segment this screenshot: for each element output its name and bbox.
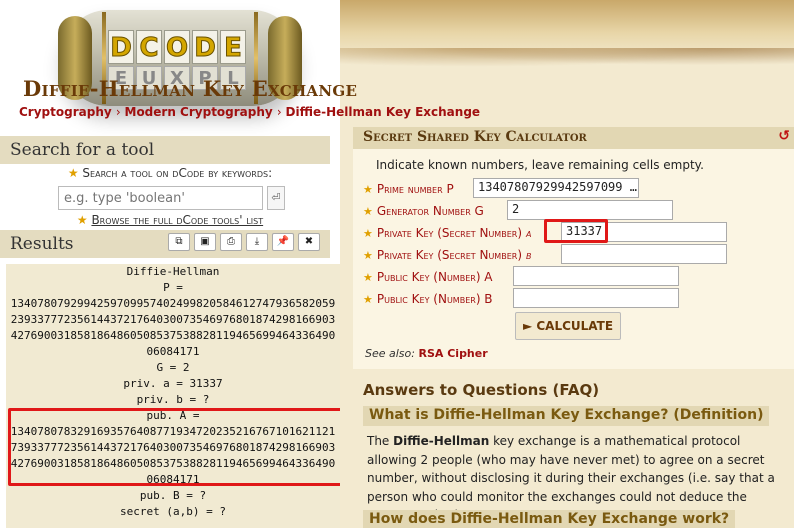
public-key-b-input[interactable]: [513, 288, 679, 308]
page-title: Diffie-Hellman Key Exchange: [23, 76, 358, 101]
search-hint: ★ Search a tool on dCode by keywords:: [67, 166, 273, 180]
field-label-public-a: ★ Public Key (Number) A: [363, 270, 493, 284]
star-icon: ★: [363, 270, 373, 284]
public-key-a-input[interactable]: [513, 266, 679, 286]
search-input[interactable]: [58, 186, 263, 210]
star-icon: ★: [363, 204, 373, 218]
prime-input[interactable]: 13407807929942597099 …: [473, 178, 639, 198]
search-panel-title: Search for a tool: [0, 136, 330, 164]
result-line: Diffie-Hellman: [126, 265, 220, 278]
results-toolbar: ⧉ ▣ ⎙ ⤓ 📌 ✖: [168, 233, 320, 251]
browse-tools-link[interactable]: ★ Browse the full dCode tools' list: [0, 213, 340, 227]
calculator-note: Indicate known numbers, leave remaining …: [376, 158, 704, 172]
public-key-highlight: [8, 408, 343, 486]
field-label-generator: ★ Generator Number G: [363, 204, 484, 218]
result-line: priv. b = ?: [136, 393, 210, 406]
save-icon[interactable]: ▣: [194, 233, 216, 251]
star-icon: ★: [67, 166, 83, 180]
faq-question: How does Diffie-Hellman Key Exchange wor…: [363, 510, 736, 528]
breadcrumb-item[interactable]: Diffie-Hellman Key Exchange: [286, 105, 481, 119]
search-submit-button[interactable]: ⏎: [267, 186, 285, 210]
field-label-prime: ★ Prime number P: [363, 182, 454, 196]
logo-letters: D C O D E: [108, 30, 246, 64]
star-icon: ★: [363, 292, 373, 306]
download-icon[interactable]: ⤓: [246, 233, 268, 251]
reset-icon[interactable]: ↺: [778, 128, 790, 144]
see-also: See also: RSA Cipher: [365, 347, 488, 360]
calculator-header: Secret Shared Key Calculator ↺: [353, 127, 794, 149]
results-output: Diffie-Hellman P = 134078079299425970995…: [6, 264, 343, 528]
result-line: priv. a = 31337: [123, 377, 223, 390]
breadcrumb-item[interactable]: Modern Cryptography: [125, 105, 273, 119]
star-icon: ★: [363, 248, 373, 262]
result-line: P =: [163, 281, 183, 294]
faq-title: Answers to Questions (FAQ): [363, 381, 600, 399]
field-label-private-a: ★ Private Key (Secret Number) a: [363, 226, 532, 240]
copy-icon[interactable]: ⧉: [168, 233, 190, 251]
result-line: secret (a,b) = ?: [120, 505, 226, 518]
field-label-public-b: ★ Public Key (Number) B: [363, 292, 493, 306]
result-line: 1340780792994259709957402499820584612747…: [10, 297, 336, 310]
star-icon: ★: [363, 226, 373, 240]
breadcrumb-item[interactable]: Cryptography: [19, 105, 112, 119]
pin-icon[interactable]: 📌: [272, 233, 294, 251]
result-line: 4276900318581864860508537538828119465699…: [10, 329, 336, 342]
result-line: 06084171: [146, 345, 200, 358]
close-icon[interactable]: ✖: [298, 233, 320, 251]
field-label-private-b: ★ Private Key (Secret Number) b: [363, 248, 532, 262]
calculate-button[interactable]: ► CALCULATE: [515, 312, 621, 340]
result-line: 2393377723561443721764030073546976801874…: [10, 313, 336, 326]
breadcrumb: Cryptography › Modern Cryptography › Dif…: [19, 105, 481, 119]
star-icon: ★: [76, 213, 92, 227]
private-key-highlight: [544, 219, 608, 243]
generator-input[interactable]: 2: [507, 200, 673, 220]
rsa-cipher-link[interactable]: RSA Cipher: [418, 347, 487, 360]
star-icon: ★: [363, 182, 373, 196]
result-line: G = 2: [156, 361, 190, 374]
result-line: pub. B = ?: [139, 489, 207, 502]
private-key-b-input[interactable]: [561, 244, 727, 264]
faq-question: What is Diffie-Hellman Key Exchange? (De…: [363, 406, 770, 426]
print-icon[interactable]: ⎙: [220, 233, 242, 251]
